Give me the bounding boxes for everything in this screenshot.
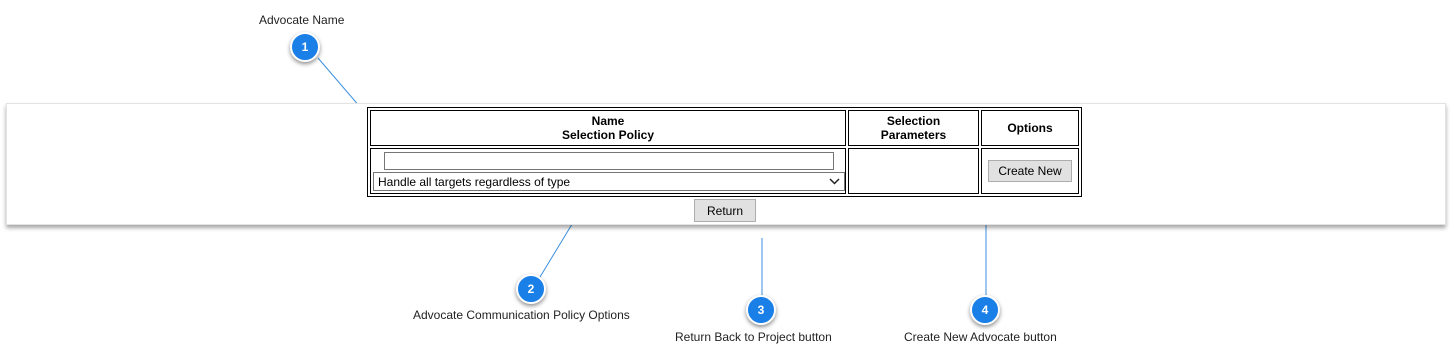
annotation-caption-3: Return Back to Project button — [675, 330, 832, 344]
create-new-button[interactable]: Create New — [988, 160, 1072, 182]
annotation-caption-1: Advocate Name — [259, 13, 345, 27]
annotation-badge-1: 1 — [290, 32, 320, 62]
name-policy-cell: Handle all targets regardless of type — [370, 148, 846, 194]
selection-policy-dropdown[interactable]: Handle all targets regardless of type — [373, 172, 845, 191]
advocate-name-input[interactable] — [384, 152, 834, 170]
column-header-selection-parameters: Selection Parameters — [848, 110, 979, 146]
advocate-table: Name Selection Policy Selection Paramete… — [367, 107, 1082, 197]
annotation-badge-3: 3 — [746, 295, 776, 325]
return-button[interactable]: Return — [694, 199, 756, 222]
annotation-badge-2: 2 — [516, 274, 546, 304]
annotation-caption-2: Advocate Communication Policy Options — [413, 308, 630, 322]
selection-policy-value: Handle all targets regardless of type — [378, 174, 571, 189]
annotation-caption-4: Create New Advocate button — [904, 330, 1057, 344]
column-header-name: Name Selection Policy — [370, 110, 846, 146]
options-cell: Create New — [981, 148, 1079, 194]
column-header-options: Options — [981, 110, 1079, 146]
annotation-badge-4: 4 — [970, 295, 1000, 325]
chevron-down-icon — [829, 178, 840, 185]
selection-parameters-cell — [848, 148, 979, 194]
